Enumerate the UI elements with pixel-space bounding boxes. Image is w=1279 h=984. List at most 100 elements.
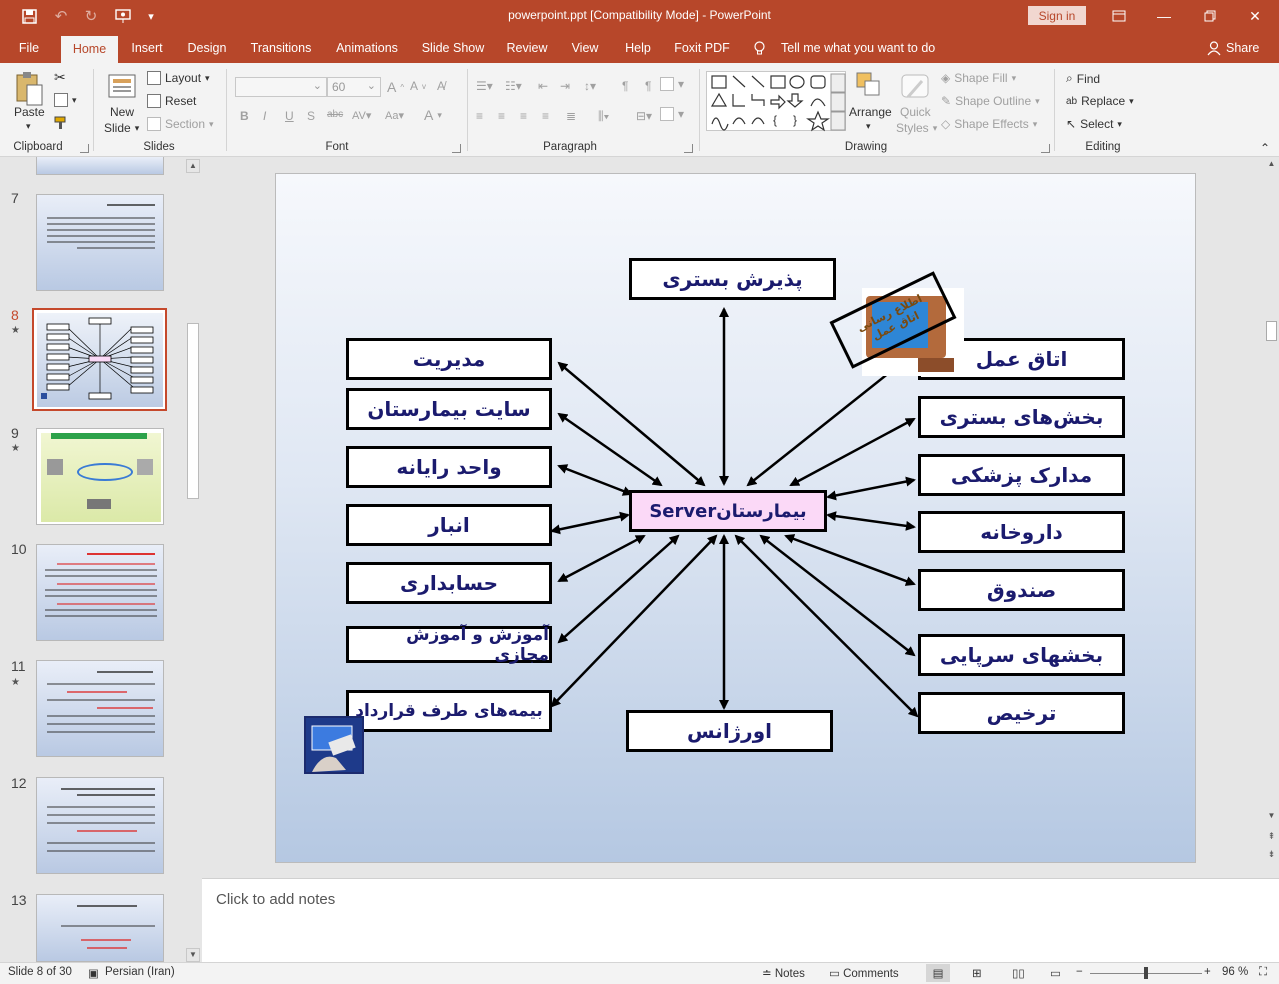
italic-icon[interactable]: I: [263, 109, 266, 123]
diagram-box-education[interactable]: آموزش و آموزش مجازی: [346, 625, 552, 665]
new-slide-icon[interactable]: [107, 71, 137, 101]
slide-thumbnail-7[interactable]: [36, 194, 164, 291]
slide-thumbnail-6[interactable]: [36, 157, 164, 175]
slide-thumbnail-12[interactable]: [36, 777, 164, 874]
increase-indent-icon[interactable]: ⇥: [560, 79, 570, 93]
font-size-dropdown[interactable]: 60 ⌄: [327, 77, 381, 97]
tab-design[interactable]: Design: [182, 33, 232, 63]
line-spacing-icon[interactable]: ↕▾: [584, 79, 596, 93]
shape-fill-button[interactable]: ◈ Shape Fill ▾: [941, 71, 1016, 85]
tab-foxit-pdf[interactable]: Foxit PDF: [672, 33, 732, 63]
previous-slide-icon[interactable]: ⇞: [1264, 829, 1279, 843]
diagram-box-server[interactable]: بیمارستانServer: [629, 490, 827, 532]
editor-scroll-up-icon[interactable]: ▲: [1264, 157, 1279, 171]
font-color-icon[interactable]: A ▾: [424, 107, 442, 123]
zoom-level[interactable]: 96 %: [1222, 966, 1248, 978]
notes-placeholder[interactable]: Click to add notes: [216, 891, 335, 908]
change-case-icon[interactable]: Aa▾: [385, 109, 404, 122]
scroll-down-icon[interactable]: ▼: [186, 948, 200, 962]
next-slide-icon[interactable]: ⇟: [1264, 847, 1279, 861]
slide-thumbnail-9[interactable]: [36, 428, 164, 525]
quick-styles-icon[interactable]: [900, 71, 930, 103]
slide-sorter-icon[interactable]: ⊞: [972, 966, 982, 980]
text-direction-icon[interactable]: ▾: [660, 77, 684, 91]
diagram-box-management[interactable]: مدیریت: [346, 338, 552, 380]
slide-thumbnail-8-selected[interactable]: [32, 308, 167, 411]
proofing-icon[interactable]: ▣: [88, 966, 99, 980]
shape-effects-button[interactable]: ◇ Shape Effects ▾: [941, 117, 1037, 131]
paste-icon[interactable]: [14, 71, 44, 107]
shapes-gallery[interactable]: {}: [706, 71, 846, 132]
align-center-icon[interactable]: ≡: [498, 109, 505, 123]
diagram-box-cashier[interactable]: صندوق: [918, 569, 1125, 611]
restore-icon[interactable]: [1198, 5, 1222, 27]
ltr-icon[interactable]: ¶: [645, 79, 651, 93]
slideshow-view-icon[interactable]: ▭: [1050, 966, 1061, 980]
arrange-dropdown-icon[interactable]: ▾: [866, 121, 871, 132]
editor-scrollbar[interactable]: ▲ ▼ ⇞ ⇟: [1264, 157, 1279, 878]
paragraph-launcher-icon[interactable]: [684, 144, 693, 153]
clipboard-launcher-icon[interactable]: [80, 144, 89, 153]
smartart-icon[interactable]: ▾: [660, 107, 684, 121]
align-text-icon[interactable]: ⊟▾: [636, 109, 652, 123]
close-icon[interactable]: ✕: [1243, 5, 1267, 27]
diagram-box-discharge[interactable]: ترخیص: [918, 692, 1125, 734]
diagram-box-emergency[interactable]: اورژانس: [626, 710, 833, 752]
diagram-box-computer-unit[interactable]: واحد رایانه: [346, 446, 552, 488]
quick-styles-label-1[interactable]: Quick: [900, 105, 931, 119]
align-left-icon[interactable]: ≡: [476, 109, 483, 123]
format-painter-icon[interactable]: [54, 116, 70, 130]
editor-scroll-thumb[interactable]: [1266, 321, 1277, 341]
increase-font-icon[interactable]: A ^: [387, 79, 404, 95]
zoom-out-icon[interactable]: −: [1076, 966, 1083, 978]
diagram-box-hospital-site[interactable]: سایت بیمارستان: [346, 388, 552, 430]
slide-canvas[interactable]: مدیریت سایت بیمارستان واحد رایانه انبار …: [275, 173, 1196, 863]
share-button[interactable]: Share: [1226, 33, 1259, 63]
layout-button[interactable]: Layout ▾: [147, 71, 210, 85]
strikethrough-icon[interactable]: abc: [327, 109, 343, 120]
diagram-box-medical-records[interactable]: مدارک پزشکی: [918, 454, 1125, 496]
reset-button[interactable]: Reset: [147, 94, 196, 108]
slide-thumbnail-13[interactable]: [36, 894, 164, 962]
slide-thumbnail-10[interactable]: [36, 544, 164, 641]
diagram-box-warehouse[interactable]: انبار: [346, 504, 552, 546]
select-button[interactable]: ↖ Select ▾: [1066, 117, 1122, 131]
collapse-ribbon-icon[interactable]: ⌃: [1260, 141, 1270, 155]
arrange-button[interactable]: Arrange: [849, 105, 892, 119]
font-name-dropdown[interactable]: ⌄: [235, 77, 327, 97]
paste-dropdown-icon[interactable]: ▾: [26, 121, 31, 132]
arrange-icon[interactable]: [855, 71, 885, 101]
diagram-box-pharmacy[interactable]: داروخانه: [918, 511, 1125, 553]
align-right-icon[interactable]: ≡: [520, 109, 527, 123]
justify-icon[interactable]: ≡: [542, 109, 549, 123]
sign-in-button[interactable]: Sign in: [1028, 6, 1086, 25]
diagram-box-accounting[interactable]: حسابداری: [346, 562, 552, 604]
section-button[interactable]: Section ▾: [147, 117, 214, 131]
tab-slide-show[interactable]: Slide Show: [419, 33, 487, 63]
decrease-font-icon[interactable]: Av: [410, 79, 426, 93]
distributed-icon[interactable]: ≣: [566, 109, 576, 123]
reading-view-icon[interactable]: ▯▯: [1012, 966, 1025, 980]
diagram-box-insurance[interactable]: بیمه‌های طرف قرارداد: [346, 690, 552, 732]
slide-thumbnail-11[interactable]: [36, 660, 164, 757]
ribbon-display-options-icon[interactable]: [1107, 5, 1131, 27]
numbering-icon[interactable]: ☷▾: [505, 79, 522, 93]
diagram-box-inpatient-admission[interactable]: پذیرش بستری: [629, 258, 836, 300]
tab-animations[interactable]: Animations: [330, 33, 404, 63]
rtl-icon[interactable]: ¶: [622, 79, 628, 93]
replace-button[interactable]: ab Replace ▾: [1066, 94, 1134, 108]
find-button[interactable]: ⌕ Find: [1066, 71, 1100, 86]
comments-toggle[interactable]: ▭ Comments: [829, 966, 899, 980]
char-spacing-icon[interactable]: AV▾: [352, 109, 371, 122]
fit-slide-icon[interactable]: ⛶: [1259, 966, 1267, 979]
font-launcher-icon[interactable]: [452, 144, 461, 153]
thumbnail-scrollbar[interactable]: ▲ ▼: [186, 159, 200, 962]
zoom-slider-thumb[interactable]: [1144, 967, 1148, 979]
editor-scroll-down-icon[interactable]: ▼: [1264, 809, 1279, 823]
tab-home[interactable]: Home: [61, 36, 118, 63]
minimize-icon[interactable]: —: [1152, 5, 1176, 27]
bullets-icon[interactable]: ☰▾: [476, 79, 493, 93]
thumbnail-scroll-thumb[interactable]: [187, 323, 199, 499]
card-reader-clipart-image[interactable]: [304, 716, 364, 774]
zoom-in-icon[interactable]: +: [1204, 966, 1211, 978]
